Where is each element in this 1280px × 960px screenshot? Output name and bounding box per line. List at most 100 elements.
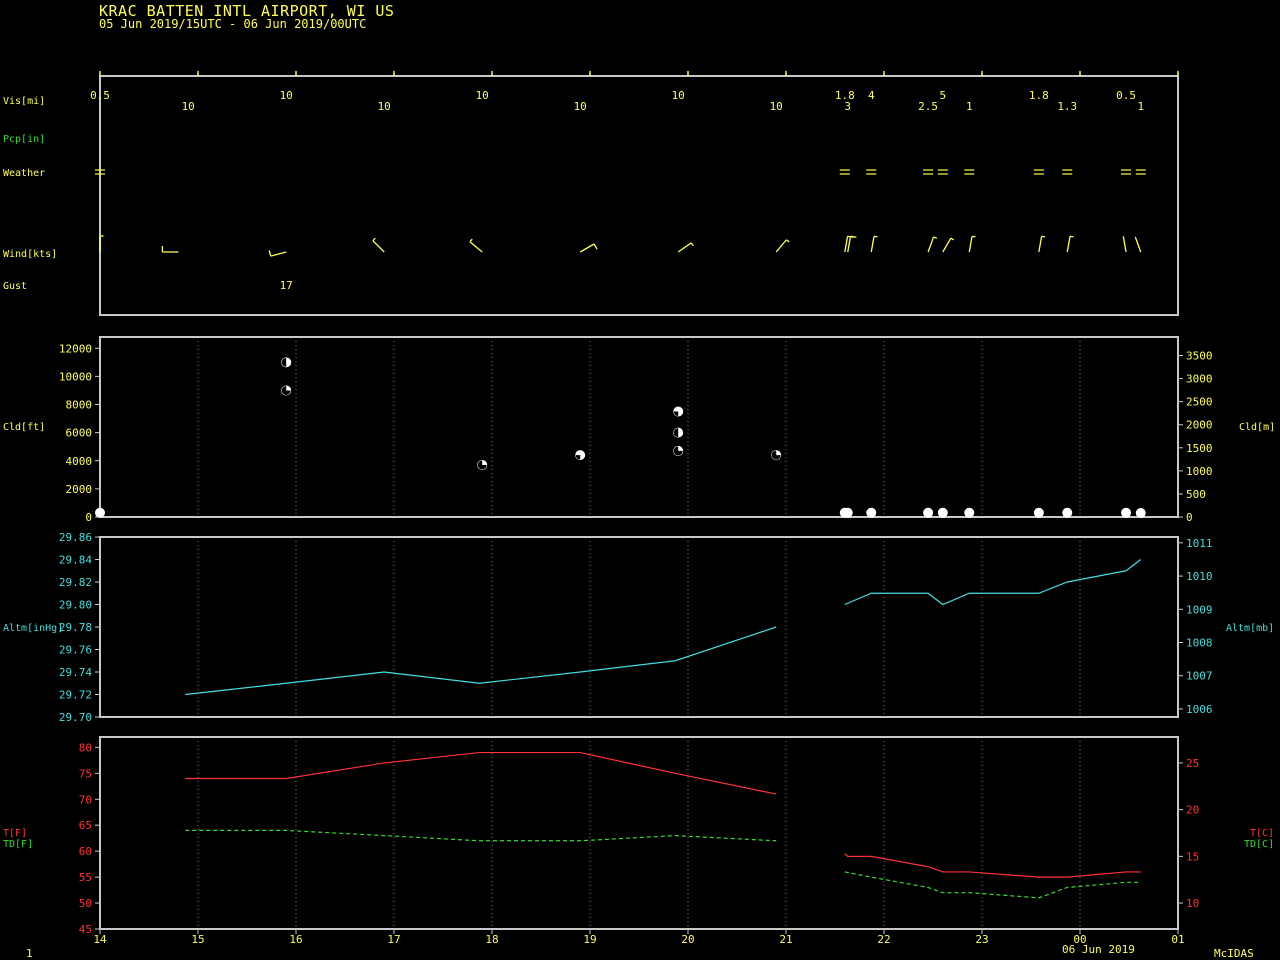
temp-ytick-label-right: 20 xyxy=(1186,804,1199,817)
altimeter-panel-frame xyxy=(99,536,1179,718)
wind-barb-feather xyxy=(950,237,955,241)
dewpoint-ylabel-right: TD[C] xyxy=(1244,839,1274,850)
gust-value: 17 xyxy=(280,279,293,292)
wind-barb-staff xyxy=(968,236,973,253)
altm-ytick-label-right: 1008 xyxy=(1186,637,1213,650)
wind-barb-feather xyxy=(690,242,694,247)
wind-barb-staff xyxy=(579,243,595,253)
wind-barb-staff xyxy=(372,240,385,253)
altm-ytick-label-right: 1007 xyxy=(1186,670,1213,683)
vis-value: 10 xyxy=(378,100,391,113)
wind-barb-feather xyxy=(469,238,473,243)
cloud-ytick-label-left: 6000 xyxy=(66,427,93,440)
cloud-ytick-label-right: 3000 xyxy=(1186,373,1213,386)
vis-value: 10 xyxy=(280,89,293,102)
footer-frame-number: 1 xyxy=(26,947,33,960)
cloud-cover-symbol xyxy=(923,507,934,518)
row-label-pcp: Pcp[in] xyxy=(3,134,45,145)
wind-barb-staff xyxy=(1134,236,1142,253)
cloud-cover-symbol xyxy=(1135,508,1146,518)
vis-value: 5 xyxy=(939,89,946,102)
x-axis-tick-label: 01 xyxy=(1171,933,1184,946)
altm-ytick-label-left: 29.82 xyxy=(59,576,92,589)
temp-ytick-label-left: 80 xyxy=(79,741,92,754)
temp-ytick-label-right: 25 xyxy=(1186,757,1199,770)
vis-value: 10 xyxy=(574,100,587,113)
cloud-ytick-label-right: 0 xyxy=(1186,511,1193,524)
cloud-cover-symbol xyxy=(842,507,853,518)
wind-barb-staff xyxy=(942,237,952,253)
altm-ytick-label-left: 29.78 xyxy=(59,621,92,634)
vis-value: 0.5 xyxy=(90,89,110,102)
temp-ytick-label-left: 70 xyxy=(79,793,92,806)
vis-value: 2.5 xyxy=(918,100,938,113)
temp-ytick-label-left: 55 xyxy=(79,871,92,884)
wind-barb-feather xyxy=(372,237,376,242)
altm-ytick-label-right: 1011 xyxy=(1186,537,1213,550)
cloud-ytick-label-left: 0 xyxy=(85,511,92,524)
vis-value: 4 xyxy=(868,89,875,102)
altm-ytick-label-left: 29.72 xyxy=(59,689,92,702)
temp-ytick-label-right: 15 xyxy=(1186,850,1199,863)
temp-ytick-label-left: 60 xyxy=(79,845,92,858)
wind-barb-staff xyxy=(1038,236,1043,253)
wind-barb-feather xyxy=(1069,235,1074,238)
cloud-cover-symbol xyxy=(866,507,877,518)
altm-ytick-label-left: 29.84 xyxy=(59,554,92,567)
cloud-ytick-label-right: 500 xyxy=(1186,488,1206,501)
altimeter-panel: 29.70 29.72 29.74 29.76 29.78 29.80 29.82 29.84… xyxy=(3,531,1274,724)
altm-ytick-label-left: 29.80 xyxy=(59,599,92,612)
altm-ytick-label-left: 29.70 xyxy=(59,711,92,724)
cloud-ytick-label-right: 2500 xyxy=(1186,396,1213,409)
x-axis-tick-label: 21 xyxy=(779,933,792,946)
temp-ytick-label-right: 10 xyxy=(1186,897,1199,910)
cloud-ylabel-right: Cld[m] xyxy=(1239,422,1275,433)
wind-barb-staff xyxy=(1122,236,1127,253)
vis-value: 1 xyxy=(966,100,973,113)
observations-panel: Vis[mi] Pcp[in] Weather Wind[kts] Gust 0.5 10 1… xyxy=(3,71,1179,316)
cloud-panel-frame xyxy=(99,336,1179,518)
altm-ytick-label-left: 29.74 xyxy=(59,666,92,679)
x-axis-tick-label: 20 xyxy=(681,933,694,946)
dewpoint-ylabel-left: TD[F] xyxy=(3,839,33,850)
x-axis-tick-label: 15 xyxy=(191,933,204,946)
temp-ytick-label-left: 50 xyxy=(79,897,92,910)
wind-barb-staff xyxy=(1066,236,1071,253)
altimeter-series-line xyxy=(844,559,1142,606)
cloud-ytick-label-left: 8000 xyxy=(66,399,93,412)
temperature-series-line xyxy=(844,853,1141,878)
cloud-ytick-label-left: 10000 xyxy=(59,370,92,383)
dewpoint-series-line xyxy=(185,829,777,842)
altm-ylabel-left: Altm[inHg] xyxy=(3,623,63,634)
vis-value: 10 xyxy=(672,89,685,102)
cloud-cover-fill xyxy=(575,455,581,460)
row-label-vis: Vis[mi] xyxy=(3,96,45,107)
wind-barb-staff xyxy=(775,239,787,253)
x-axis-tick-label: 18 xyxy=(485,933,498,946)
cloud-cover-symbol xyxy=(1033,507,1044,518)
vis-value: 10 xyxy=(182,100,195,113)
vis-value: 1.3 xyxy=(1057,100,1077,113)
altm-ytick-label-left: 29.86 xyxy=(59,531,92,544)
wind-barb-staff xyxy=(847,236,852,253)
wind-barb-staff xyxy=(270,251,287,257)
wind-barb-feather xyxy=(933,236,938,239)
wind-barb-feather xyxy=(268,250,272,257)
temp-ylabel-left: T[F] xyxy=(3,828,27,839)
cloud-cover-symbol xyxy=(95,507,105,518)
temp-ytick-label-left: 45 xyxy=(79,923,92,936)
wind-barb-staff xyxy=(927,236,935,253)
wind-barb-staff xyxy=(677,242,692,253)
meteogram: Vis[mi]Pcp[in]WeatherWind[kts]Gust0.5101… xyxy=(3,71,1275,960)
wind-barb-feather xyxy=(971,235,976,238)
cloud-panel: 0 2000 4000 6000 8000 10000 12000 0 500 1000 1500 2… xyxy=(3,336,1275,524)
altm-ylabel-right: Altm[mb] xyxy=(1226,623,1274,634)
x-axis-tick-label: 23 xyxy=(975,933,988,946)
cloud-cover-symbol xyxy=(937,507,948,518)
vis-value: 1 xyxy=(1137,100,1144,113)
temp-ytick-label-left: 65 xyxy=(79,819,92,832)
cloud-ytick-label-right: 3500 xyxy=(1186,350,1213,363)
dewpoint-series-line xyxy=(844,871,1141,899)
cloud-ylabel-left: Cld[ft] xyxy=(3,422,45,433)
cloud-ytick-label-left: 2000 xyxy=(66,483,93,496)
